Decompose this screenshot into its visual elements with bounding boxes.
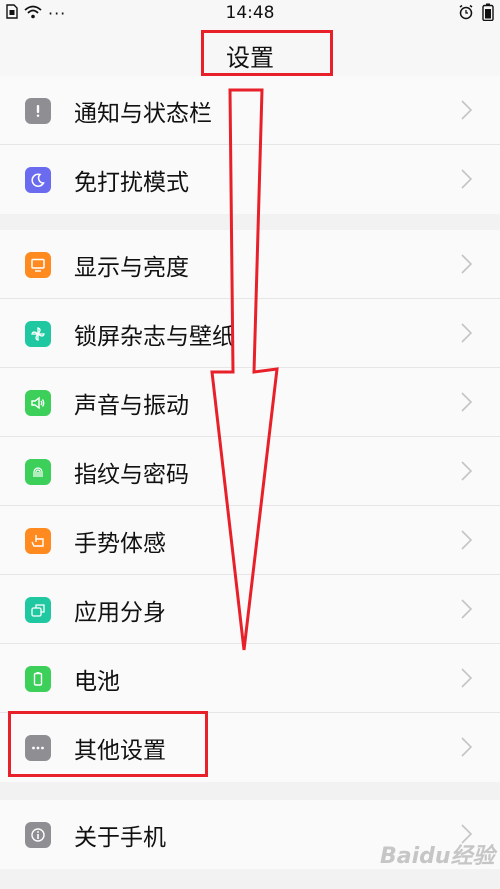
setting-label: 手势体感 [74,531,166,557]
exclamation-icon [25,98,51,124]
status-bar: ··· 14:48 [0,0,500,26]
setting-battery[interactable]: 电池 [0,644,500,713]
setting-label: 显示与亮度 [74,255,189,281]
setting-label: 指纹与密码 [74,462,189,488]
hand-icon [25,528,51,554]
chevron-right-icon [461,599,473,623]
monitor-icon [25,252,51,278]
chevron-right-icon [461,392,473,416]
settings-group-2: 显示与亮度 锁屏杂志与壁纸 声音与振动 指纹与密码 手势体感 应用分身 电池 其… [0,230,500,782]
setting-label: 免打扰模式 [74,170,189,196]
setting-notification-statusbar[interactable]: 通知与状态栏 [0,76,500,145]
watermark: Baidu经验 [380,844,495,869]
setting-label: 电池 [74,669,120,695]
chevron-right-icon [461,169,473,193]
setting-sound-vibration[interactable]: 声音与振动 [0,368,500,437]
chevron-right-icon [461,737,473,761]
setting-gesture-motion[interactable]: 手势体感 [0,506,500,575]
setting-do-not-disturb[interactable]: 免打扰模式 [0,145,500,214]
setting-label: 应用分身 [74,600,166,626]
setting-label: 锁屏杂志与壁纸 [74,324,235,350]
alarm-icon [458,4,474,24]
speaker-icon [25,390,51,416]
setting-fingerprint-password[interactable]: 指纹与密码 [0,437,500,506]
chevron-right-icon [461,254,473,278]
battery-status-icon [482,3,494,25]
info-icon [25,822,51,848]
pinwheel-icon [25,321,51,347]
setting-app-clone[interactable]: 应用分身 [0,575,500,644]
battery-icon [25,666,51,692]
chevron-right-icon [461,323,473,347]
fingerprint-icon [25,459,51,485]
setting-label: 通知与状态栏 [74,101,212,127]
settings-group-1: 通知与状态栏 免打扰模式 [0,76,500,214]
chevron-right-icon [461,530,473,554]
setting-label: 关于手机 [74,825,166,851]
setting-display-brightness[interactable]: 显示与亮度 [0,230,500,299]
chevron-right-icon [461,461,473,485]
chevron-right-icon [461,100,473,124]
clone-icon [25,597,51,623]
title-highlight-box [201,30,333,76]
moon-icon [25,167,51,193]
status-right [458,3,494,25]
setting-label: 声音与振动 [74,393,189,419]
other-settings-highlight-box [8,711,208,777]
setting-lockscreen-wallpaper[interactable]: 锁屏杂志与壁纸 [0,299,500,368]
chevron-right-icon [461,668,473,692]
status-time: 14:48 [225,3,275,23]
